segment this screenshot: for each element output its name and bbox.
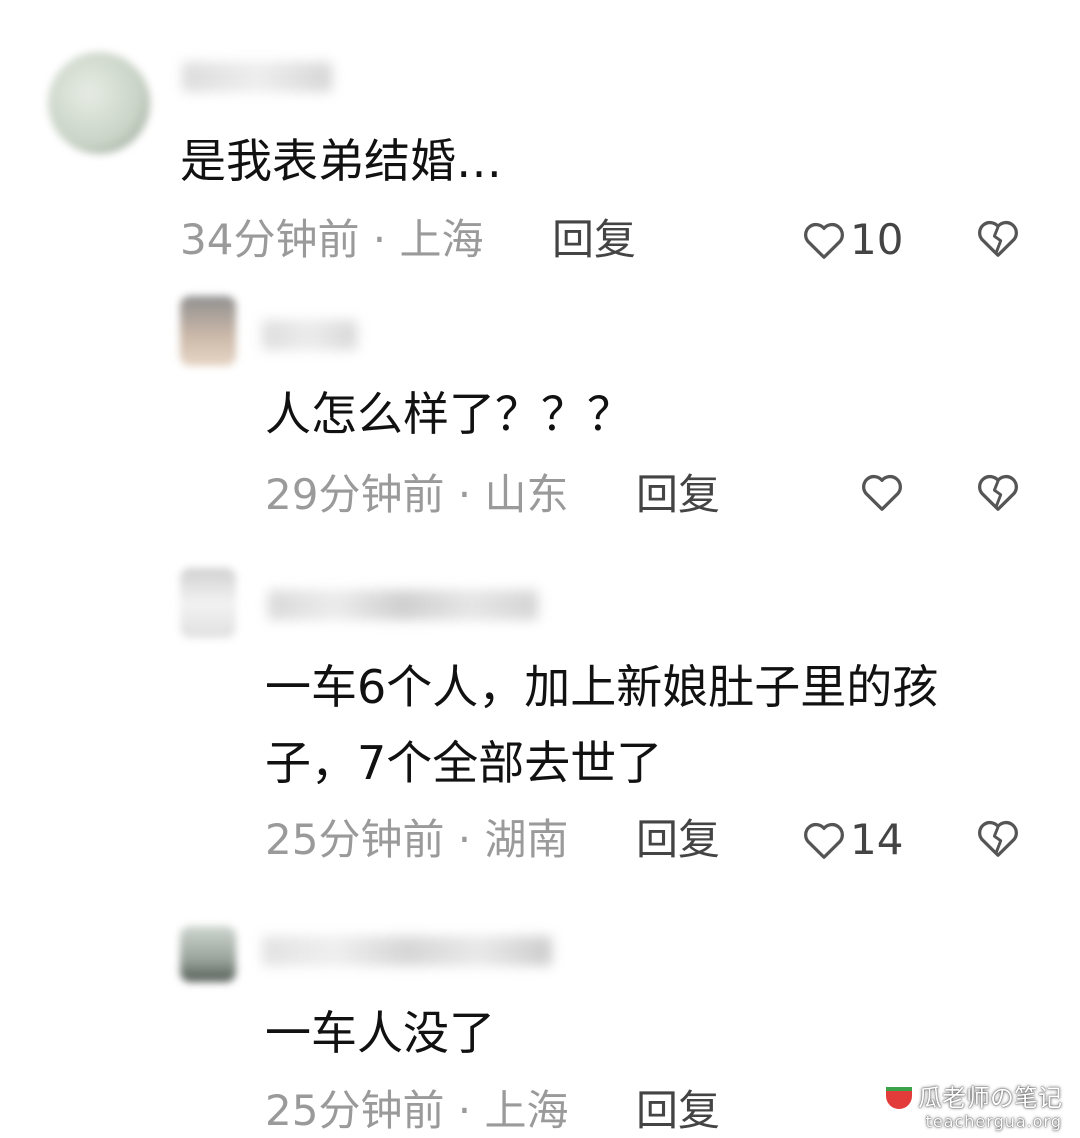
comment-text-line-2: 子，7个全部去世了: [265, 736, 663, 790]
comment-time-location: 29分钟前 · 山东: [265, 470, 569, 519]
comment-time-location: 25分钟前 · 湖南: [265, 815, 569, 864]
reply-button[interactable]: 回复: [636, 815, 720, 865]
avatar[interactable]: [180, 296, 236, 366]
avatar[interactable]: [180, 926, 236, 982]
comment-text: 是我表弟结婚…: [180, 134, 502, 188]
broken-heart-icon: [976, 220, 1020, 262]
watermark: 瓜老师の笔记 teachergua.org: [886, 1084, 1062, 1132]
dislike-button[interactable]: [976, 218, 1020, 262]
comment-item: 是我表弟结婚… 34分钟前 · 上海 回复 10: [0, 0, 1080, 280]
like-count: 14: [850, 815, 904, 864]
dislike-button[interactable]: [976, 818, 1020, 862]
reply-button[interactable]: 回复: [636, 470, 720, 520]
reply-button[interactable]: 回复: [636, 1086, 720, 1136]
username-blurred[interactable]: [182, 62, 332, 92]
comment-text: 一车人没了: [265, 1006, 495, 1060]
broken-heart-icon: [976, 820, 1020, 862]
comment-time-location: 25分钟前 · 上海: [265, 1086, 569, 1135]
broken-heart-icon: [976, 474, 1020, 516]
username-blurred[interactable]: [262, 936, 552, 966]
like-button[interactable]: 10: [802, 215, 903, 265]
comment-text: 人怎么样了？？？: [265, 387, 633, 441]
username-blurred[interactable]: [262, 320, 357, 350]
dislike-button[interactable]: [976, 472, 1020, 516]
heart-outline-icon: [802, 820, 846, 860]
comment-text-line-1: 一车6个人，加上新娘肚子里的孩: [265, 660, 939, 714]
heart-outline-icon: [802, 220, 846, 260]
heart-outline-icon: [860, 472, 904, 512]
avatar[interactable]: [48, 52, 150, 154]
watermark-url: teachergua.org: [925, 1112, 1062, 1131]
comment-item: 一车6个人，加上新娘肚子里的孩 子，7个全部去世了 25分钟前 · 湖南 回复 …: [0, 550, 1080, 890]
watermark-title: 瓜老师の笔记: [918, 1084, 1062, 1112]
reply-button[interactable]: 回复: [552, 215, 636, 265]
comment-time-location: 34分钟前 · 上海: [180, 215, 484, 264]
comment-item: 人怎么样了？？？ 29分钟前 · 山东 回复: [0, 280, 1080, 550]
like-button[interactable]: 14: [802, 815, 903, 865]
like-button[interactable]: [860, 472, 904, 512]
like-count: 10: [850, 215, 904, 264]
avatar[interactable]: [180, 568, 236, 638]
username-blurred[interactable]: [268, 590, 538, 620]
watermelon-icon: [886, 1087, 912, 1109]
